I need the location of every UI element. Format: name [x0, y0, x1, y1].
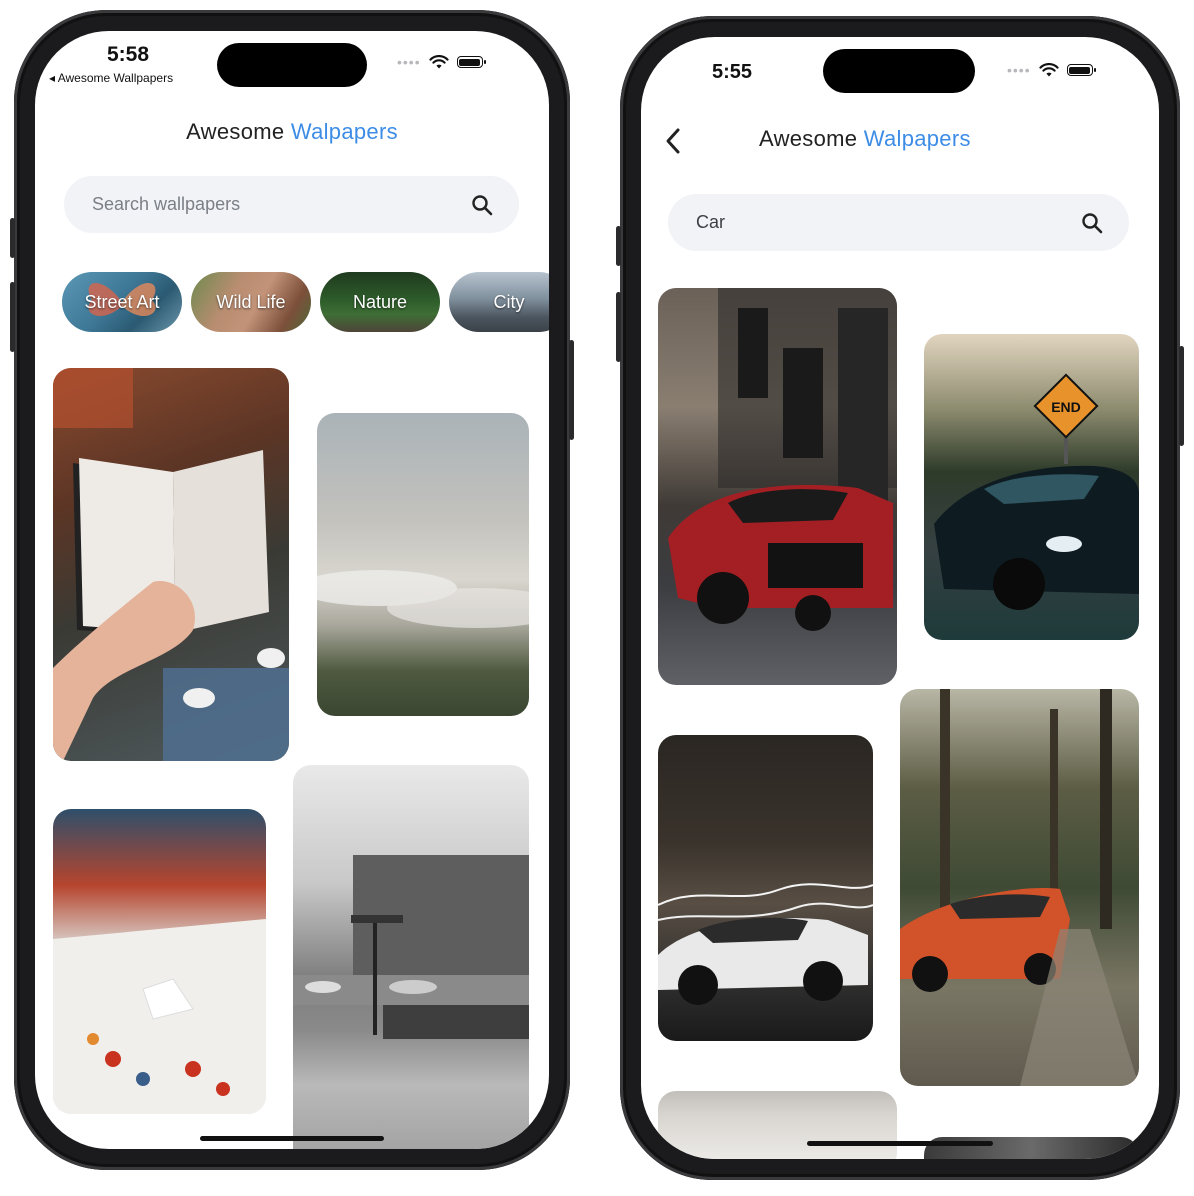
- white-car-image: [658, 883, 873, 1005]
- wallpaper-tile-street[interactable]: [293, 765, 529, 1149]
- category-label: City: [493, 291, 525, 312]
- screen-left: 5:58 ◂ Awesome Wallpapers •••• Awesome W…: [35, 31, 549, 1149]
- side-button: [1179, 346, 1184, 446]
- category-chip-wild-life[interactable]: Wild Life: [191, 272, 311, 332]
- side-button: [10, 282, 15, 352]
- search-bar[interactable]: Car: [668, 194, 1129, 251]
- dynamic-island: [823, 49, 975, 93]
- notebook-image: [53, 368, 289, 761]
- side-button: [10, 218, 15, 258]
- wallpaper-tile-white-car[interactable]: [658, 735, 873, 1041]
- title-main: Awesome: [759, 126, 858, 151]
- wallpaper-tile-partial-1[interactable]: [658, 1091, 897, 1159]
- status-time: 5:55: [712, 61, 753, 83]
- street-image: [293, 855, 529, 1039]
- category-chip-city[interactable]: City: [449, 272, 549, 332]
- search-bar[interactable]: Search wallpapers: [64, 176, 519, 233]
- dynamic-island: [217, 43, 367, 87]
- signal-dots-icon: ••••: [1007, 62, 1031, 78]
- page-title: Awesome Walpapers: [759, 126, 1159, 152]
- category-label: Wild Life: [216, 291, 286, 312]
- side-button: [616, 292, 621, 362]
- chevron-left-icon[interactable]: [663, 127, 683, 155]
- painting-image: [53, 919, 266, 1114]
- search-icon[interactable]: [1081, 212, 1103, 234]
- title-accent: Walpapers: [863, 126, 971, 151]
- phone-frame-left: 5:58 ◂ Awesome Wallpapers •••• Awesome W…: [10, 10, 574, 1170]
- search-input[interactable]: Car: [696, 212, 1081, 233]
- search-icon[interactable]: [471, 194, 493, 216]
- status-time: 5:58: [107, 43, 150, 66]
- battery-icon: [1066, 64, 1096, 76]
- wallpaper-tile-fog-forest[interactable]: [317, 413, 529, 716]
- category-chip-street-art[interactable]: Street Art: [62, 272, 182, 332]
- wallpaper-tile-painting[interactable]: [53, 809, 266, 1114]
- wallpaper-tile-orange-car[interactable]: [900, 689, 1139, 1086]
- category-chip-nature[interactable]: Nature: [320, 272, 440, 332]
- road-sign-text: END: [1051, 399, 1081, 415]
- wallpaper-tile-notebook[interactable]: [53, 368, 289, 761]
- title-accent: Walpapers: [290, 119, 398, 144]
- page-title: Awesome Walpapers: [35, 119, 549, 145]
- red-car-image: [668, 288, 897, 631]
- status-icons: ••••: [397, 54, 486, 70]
- category-label: Nature: [352, 291, 408, 312]
- wallpaper-tile-dark-car[interactable]: END: [924, 334, 1139, 640]
- side-button: [616, 226, 621, 266]
- wifi-icon: [429, 54, 449, 68]
- search-input[interactable]: Search wallpapers: [92, 194, 471, 215]
- fog-forest-image: [317, 570, 529, 628]
- wallpaper-tile-red-car[interactable]: [658, 288, 897, 685]
- screen-right: 5:55 •••• Awesome Walpapers Car END: [641, 37, 1159, 1159]
- dark-car-image: END: [934, 373, 1139, 610]
- home-indicator: [807, 1141, 993, 1146]
- title-main: Awesome: [186, 119, 285, 144]
- orange-car-image: [900, 689, 1139, 1086]
- signal-dots-icon: ••••: [397, 54, 421, 70]
- wifi-icon: [1039, 62, 1059, 76]
- category-label: Street Art: [84, 291, 160, 312]
- phone-frame-right: 5:55 •••• Awesome Walpapers Car END: [616, 16, 1184, 1180]
- back-to-app-link[interactable]: ◂ Awesome Wallpapers: [49, 71, 173, 85]
- side-button: [569, 340, 574, 440]
- battery-icon: [456, 56, 486, 68]
- status-icons: ••••: [1007, 62, 1096, 78]
- home-indicator: [200, 1136, 384, 1141]
